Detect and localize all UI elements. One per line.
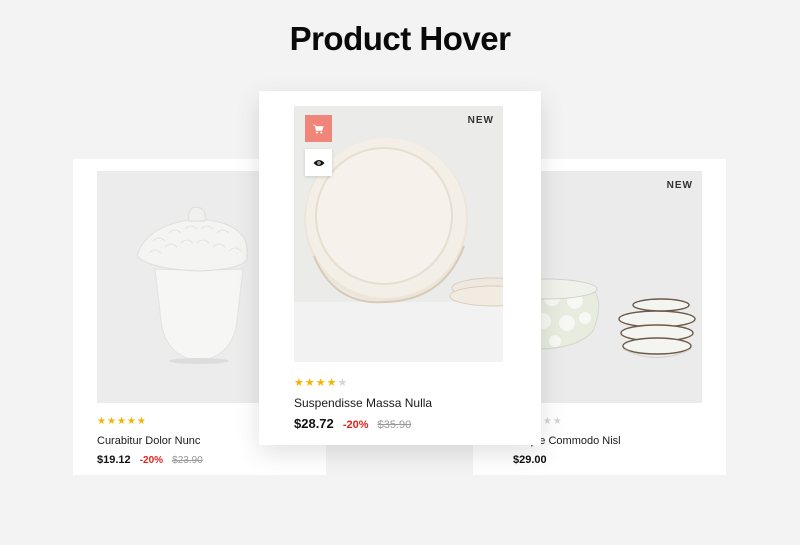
old-price: $35.90 bbox=[377, 419, 412, 431]
star-icon: ★ bbox=[97, 416, 107, 427]
rating-stars: ★★★★★ bbox=[294, 376, 348, 389]
star-icon: ★ bbox=[106, 416, 117, 427]
star-icon: ★ bbox=[294, 377, 305, 389]
cart-icon bbox=[313, 124, 324, 133]
product-name[interactable]: Suspendisse Massa Nulla bbox=[294, 396, 432, 410]
star-icon: ★ bbox=[542, 416, 553, 427]
star-icon: ★ bbox=[116, 416, 127, 427]
page-title: Product Hover bbox=[289, 20, 511, 57]
product-image[interactable]: NEW bbox=[294, 106, 503, 362]
star-icon: ★ bbox=[552, 416, 563, 427]
price-row: $29.00 bbox=[513, 454, 553, 466]
star-icon: ★ bbox=[136, 416, 147, 427]
discount-label: -20% bbox=[342, 419, 369, 431]
discount-label: -20% bbox=[139, 455, 164, 466]
product-price: $29.00 bbox=[513, 454, 547, 466]
eye-icon bbox=[313, 159, 324, 166]
price-row: $19.12 -20% $23.90 bbox=[97, 454, 203, 466]
product-price: $19.12 bbox=[97, 454, 131, 466]
price-row: $28.72 -20% $35.90 bbox=[294, 416, 411, 431]
star-icon: ★ bbox=[304, 377, 316, 389]
star-icon: ★ bbox=[326, 377, 338, 389]
rating-stars: ★★★★★ bbox=[97, 416, 147, 427]
old-price: $23.90 bbox=[172, 455, 203, 466]
product-name[interactable]: Curabitur Dolor Nunc bbox=[97, 435, 200, 447]
quick-view-button[interactable] bbox=[305, 149, 332, 176]
new-badge: NEW bbox=[666, 180, 693, 191]
product-card-hovered[interactable]: NEW ★★★★★ Suspendisse Massa Nulla $28.72… bbox=[259, 91, 541, 445]
product-price: $28.72 bbox=[294, 416, 334, 431]
star-icon: ★ bbox=[315, 377, 327, 389]
star-icon: ★ bbox=[337, 377, 349, 389]
star-icon: ★ bbox=[126, 416, 137, 427]
plate-illustration bbox=[294, 106, 503, 362]
new-badge: NEW bbox=[467, 115, 494, 126]
add-to-cart-button[interactable] bbox=[305, 115, 332, 142]
